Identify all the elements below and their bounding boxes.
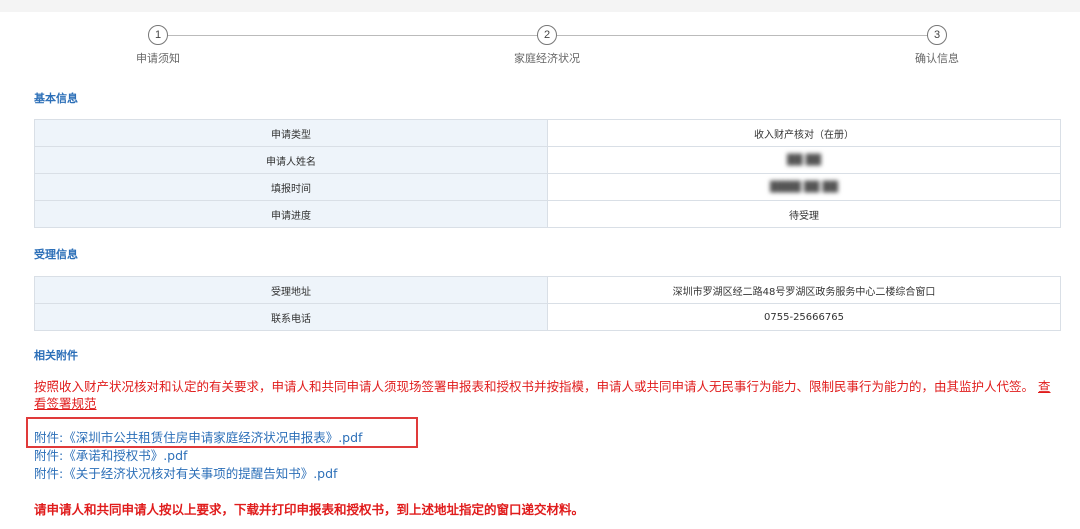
fill-time-label: 填报时间 [34, 173, 548, 201]
top-bar [0, 0, 1080, 12]
step-2-number: 2 [537, 25, 557, 45]
table-row: 申请类型 收入财产核对（在册） [34, 119, 1061, 147]
attachments-title: 相关附件 [34, 349, 78, 362]
attachment-link-reminder-notice[interactable]: 附件:《关于经济状况核对有关事项的提醒告知书》.pdf [34, 465, 362, 483]
apply-type-value: 收入财产核对（在册） [547, 119, 1061, 147]
table-row: 申请进度 待受理 [34, 200, 1061, 228]
step-3-number: 3 [927, 25, 947, 45]
applicant-name-value: ██ ██ [787, 154, 821, 166]
contact-phone-value: 0755-25666765 [547, 303, 1061, 331]
basic-info-title: 基本信息 [34, 92, 78, 105]
fill-time-value: ████ ██ ██ [770, 181, 838, 193]
fill-time-cell: ████ ██ ██ [547, 173, 1061, 201]
progress-value: 待受理 [547, 200, 1061, 228]
signing-notice: 按照收入财产状况核对和认定的有关要求，申请人和共同申请人须现场签署申报表和授权书… [34, 378, 1054, 412]
step-1-label: 申请须知 [136, 52, 180, 65]
contact-phone-label: 联系电话 [34, 303, 548, 331]
applicant-name-label: 申请人姓名 [34, 146, 548, 174]
attachment-list: 附件:《深圳市公共租赁住房申请家庭经济状况申报表》.pdf 附件:《承诺和授权书… [34, 429, 362, 483]
step-1-number: 1 [148, 25, 168, 45]
table-row: 申请人姓名 ██ ██ [34, 146, 1061, 174]
step-2[interactable]: 2 家庭经济状况 [467, 24, 627, 66]
step-3[interactable]: 3 确认信息 [857, 24, 1017, 66]
table-row: 受理地址 深圳市罗湖区经二路48号罗湖区政务服务中心二楼综合窗口 [34, 276, 1061, 304]
attachment-link-authorization[interactable]: 附件:《承诺和授权书》.pdf [34, 447, 362, 465]
progress-stepper: 1 申请须知 2 家庭经济状况 3 确认信息 [0, 24, 1080, 74]
step-3-label: 确认信息 [915, 52, 959, 65]
accept-address-value: 深圳市罗湖区经二路48号罗湖区政务服务中心二楼综合窗口 [547, 276, 1061, 304]
step-2-label: 家庭经济状况 [514, 52, 580, 65]
table-row: 填报时间 ████ ██ ██ [34, 173, 1061, 201]
step-1[interactable]: 1 申请须知 [78, 24, 238, 66]
signing-notice-text: 按照收入财产状况核对和认定的有关要求，申请人和共同申请人须现场签署申报表和授权书… [34, 379, 1035, 394]
basic-info-table: 申请类型 收入财产核对（在册） 申请人姓名 ██ ██ 填报时间 ████ ██… [34, 119, 1061, 228]
final-instruction: 请申请人和共同申请人按以上要求，下载并打印申报表和授权书，到上述地址指定的窗口递… [34, 502, 585, 517]
accept-info-table: 受理地址 深圳市罗湖区经二路48号罗湖区政务服务中心二楼综合窗口 联系电话 07… [34, 276, 1061, 331]
applicant-name-cell: ██ ██ [547, 146, 1061, 174]
attachment-link-declaration-form[interactable]: 附件:《深圳市公共租赁住房申请家庭经济状况申报表》.pdf [34, 429, 362, 447]
accept-info-title: 受理信息 [34, 248, 78, 261]
apply-type-label: 申请类型 [34, 119, 548, 147]
progress-label: 申请进度 [34, 200, 548, 228]
accept-address-label: 受理地址 [34, 276, 548, 304]
table-row: 联系电话 0755-25666765 [34, 303, 1061, 331]
